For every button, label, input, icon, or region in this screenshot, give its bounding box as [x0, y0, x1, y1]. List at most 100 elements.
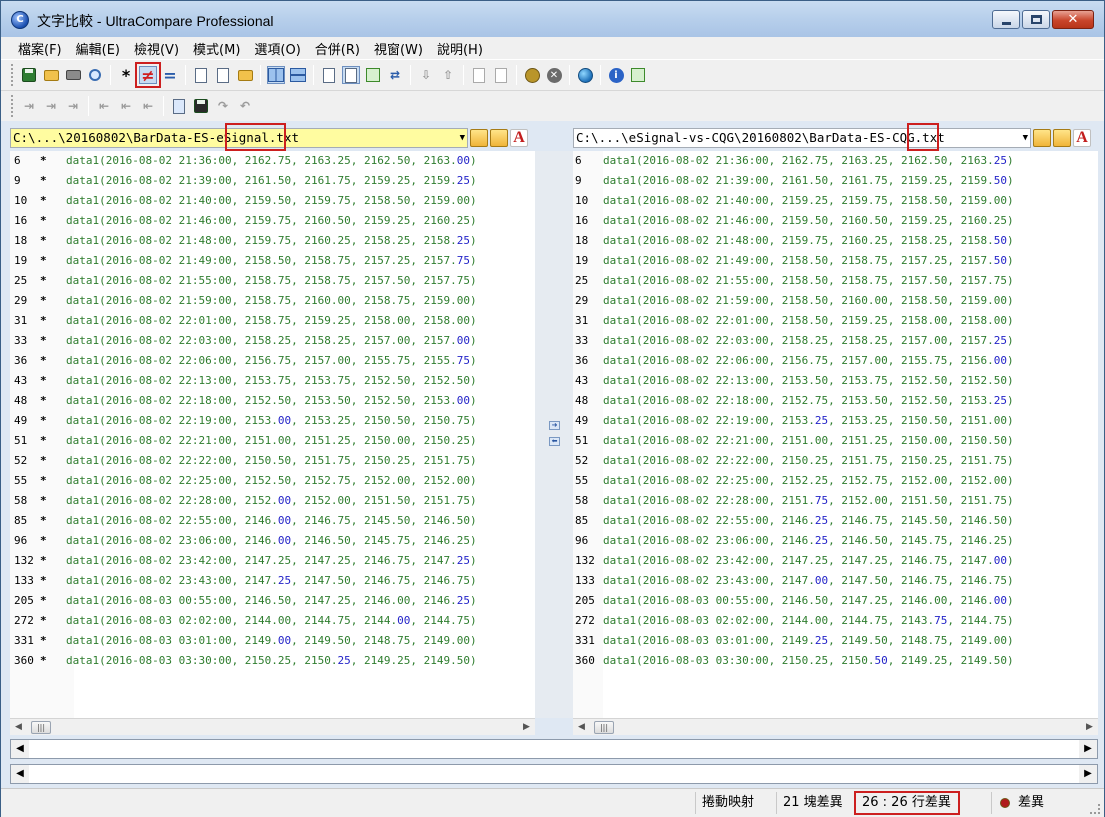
left-horizontal-scrollbar[interactable]: ◀ ||| ▶ [10, 718, 535, 735]
scroll-thumb[interactable]: ||| [31, 721, 51, 734]
left-diff-line[interactable]: 205 * data1(2016-08-03 00:55:00, 2146.50, … [10, 591, 535, 611]
print-preview-button[interactable] [86, 66, 104, 84]
compare-folder-button[interactable] [236, 66, 254, 84]
left-diff-line[interactable]: 29 * data1(2016-08-02 21:59:00, 2158.75, 2… [10, 291, 535, 311]
right-diff-line[interactable]: 29 data1(2016-08-02 21:59:00, 2158.50, 21… [573, 291, 1098, 311]
right-diff-line[interactable]: 19 data1(2016-08-02 21:49:00, 2158.50, 21… [573, 251, 1098, 271]
right-diff-line[interactable]: 331 data1(2016-08-03 03:01:00, 2149.25, 2… [573, 631, 1098, 651]
left-diff-line[interactable]: 51 * data1(2016-08-02 22:21:00, 2151.00, 2… [10, 431, 535, 451]
left-diff-line[interactable]: 10 * data1(2016-08-02 21:40:00, 2159.50, 2… [10, 191, 535, 211]
right-text-pane[interactable]: 6 data1(2016-08-02 21:36:00, 2162.75, 216… [573, 151, 1098, 718]
right-diff-line[interactable]: 10 data1(2016-08-02 21:40:00, 2159.25, 21… [573, 191, 1098, 211]
left-diff-line[interactable]: 272 * data1(2016-08-03 02:02:00, 2144.00, … [10, 611, 535, 631]
maximize-button[interactable] [1022, 10, 1050, 29]
left-diff-line[interactable]: 19 * data1(2016-08-02 21:49:00, 2158.50, 2… [10, 251, 535, 271]
copy-line-right-button[interactable]: ⇥ [20, 97, 38, 115]
left-diff-line[interactable]: 55 * data1(2016-08-02 22:25:00, 2152.50, 2… [10, 471, 535, 491]
right-file-path-combo[interactable]: C:\...\eSignal-vs-CQG\20160802\BarData-E… [573, 128, 1031, 148]
chevron-down-icon[interactable]: ▼ [1023, 129, 1028, 147]
show-matches-button[interactable]: = [161, 66, 179, 85]
bug-report-button[interactable] [523, 66, 541, 84]
right-diff-line[interactable]: 85 data1(2016-08-02 22:55:00, 2146.25, 21… [573, 511, 1098, 531]
left-diff-line[interactable]: 132 * data1(2016-08-02 23:42:00, 2147.25, … [10, 551, 535, 571]
menu-edit[interactable]: 編輯(E) [69, 39, 127, 58]
left-diff-line[interactable]: 48 * data1(2016-08-02 22:18:00, 2152.50, 2… [10, 391, 535, 411]
show-differences-button[interactable]: ≠ [135, 62, 161, 88]
right-diff-line[interactable]: 51 data1(2016-08-02 22:21:00, 2151.00, 21… [573, 431, 1098, 451]
toolbar-grip[interactable] [11, 64, 14, 86]
right-open-file-button[interactable] [1033, 129, 1051, 147]
left-diff-line[interactable]: 133 * data1(2016-08-02 23:43:00, 2147.25, … [10, 571, 535, 591]
resize-grip[interactable] [1090, 804, 1100, 814]
copy-to-right-icon[interactable]: ➜ [549, 421, 560, 430]
left-open-folder-button[interactable] [490, 129, 508, 147]
right-diff-line[interactable]: 43 data1(2016-08-02 22:13:00, 2153.50, 21… [573, 371, 1098, 391]
title-bar[interactable]: C 文字比較 - UltraCompare Professional ✕ [1, 1, 1104, 37]
info-button[interactable]: i [607, 66, 625, 84]
edit-button[interactable] [170, 97, 188, 115]
left-difference-map-bar[interactable]: ◀ ▶ [10, 739, 1098, 759]
menu-view[interactable]: 檢視(V) [127, 39, 186, 58]
left-diff-line[interactable]: 96 * data1(2016-08-02 23:06:00, 2146.00, 2… [10, 531, 535, 551]
left-diff-line[interactable]: 43 * data1(2016-08-02 22:13:00, 2153.75, 2… [10, 371, 535, 391]
menu-file[interactable]: 檔案(F) [11, 39, 69, 58]
scroll-left-icon[interactable]: ◀ [10, 719, 27, 736]
map-left-icon[interactable]: ◀ [11, 765, 29, 783]
left-diff-line[interactable]: 58 * data1(2016-08-02 22:28:00, 2152.00, 2… [10, 491, 535, 511]
right-diff-line[interactable]: 9 data1(2016-08-02 21:39:00, 2161.50, 216… [573, 171, 1098, 191]
menu-window[interactable]: 視窗(W) [367, 39, 430, 58]
scroll-right-icon[interactable]: ▶ [1081, 719, 1098, 736]
copy-to-left-icon[interactable]: ⬅ [549, 437, 560, 446]
left-diff-line[interactable]: 18 * data1(2016-08-02 21:48:00, 2159.75, 2… [10, 231, 535, 251]
compare-binary-button[interactable] [214, 66, 232, 84]
right-diff-line[interactable]: 205 data1(2016-08-03 00:55:00, 2146.50, 2… [573, 591, 1098, 611]
redo-button[interactable]: ↷ [214, 97, 232, 115]
print-button[interactable] [64, 66, 82, 84]
save-merge-button[interactable] [192, 97, 210, 115]
compare-text-button[interactable] [192, 66, 210, 84]
right-diff-line[interactable]: 132 data1(2016-08-02 23:42:00, 2147.25, 2… [573, 551, 1098, 571]
left-diff-line[interactable]: 52 * data1(2016-08-02 22:22:00, 2150.50, 2… [10, 451, 535, 471]
swap-button[interactable]: ⇄ [386, 66, 404, 84]
toolbar-grip[interactable] [11, 95, 14, 117]
horizontal-split-button[interactable] [289, 66, 307, 84]
right-open-folder-button[interactable] [1053, 129, 1071, 147]
stop-button[interactable]: ✕ [545, 66, 563, 84]
scroll-right-icon[interactable]: ▶ [518, 719, 535, 736]
left-diff-line[interactable]: 25 * data1(2016-08-02 21:55:00, 2158.75, 2… [10, 271, 535, 291]
right-diff-line[interactable]: 33 data1(2016-08-02 22:03:00, 2158.25, 21… [573, 331, 1098, 351]
pane-splitter[interactable]: ➜ ⬅ [535, 151, 573, 718]
right-diff-line[interactable]: 96 data1(2016-08-02 23:06:00, 2146.25, 21… [573, 531, 1098, 551]
right-diff-line[interactable]: 272 data1(2016-08-03 02:02:00, 2144.00, 2… [573, 611, 1098, 631]
minimize-button[interactable] [992, 10, 1020, 29]
right-diff-line[interactable]: 36 data1(2016-08-02 22:06:00, 2156.75, 21… [573, 351, 1098, 371]
left-diff-line[interactable]: 9 * data1(2016-08-02 21:39:00, 2161.50, 21… [10, 171, 535, 191]
close-button[interactable]: ✕ [1052, 10, 1094, 29]
right-diff-line[interactable]: 58 data1(2016-08-02 22:28:00, 2151.75, 21… [573, 491, 1098, 511]
scroll-thumb[interactable]: ||| [594, 721, 614, 734]
right-diff-line[interactable]: 6 data1(2016-08-02 21:36:00, 2162.75, 216… [573, 151, 1098, 171]
left-diff-line[interactable]: 49 * data1(2016-08-02 22:19:00, 2153.00, 2… [10, 411, 535, 431]
left-diff-line[interactable]: 6 * data1(2016-08-02 21:36:00, 2162.75, 21… [10, 151, 535, 171]
left-diff-line[interactable]: 85 * data1(2016-08-02 22:55:00, 2146.00, 2… [10, 511, 535, 531]
next-diff-button[interactable]: ⇩ [417, 66, 435, 84]
open-button[interactable] [42, 66, 60, 84]
sync-scroll-button[interactable] [320, 66, 338, 84]
right-horizontal-scrollbar[interactable]: ◀ ||| ▶ [573, 718, 1098, 735]
map-right-icon[interactable]: ▶ [1079, 765, 1097, 783]
right-diff-line[interactable]: 49 data1(2016-08-02 22:19:00, 2153.25, 21… [573, 411, 1098, 431]
web-button[interactable] [576, 66, 594, 84]
left-font-button[interactable]: A [510, 129, 528, 147]
right-diff-line[interactable]: 16 data1(2016-08-02 21:46:00, 2159.50, 21… [573, 211, 1098, 231]
chevron-down-icon[interactable]: ▼ [460, 129, 465, 147]
right-diff-line[interactable]: 52 data1(2016-08-02 22:22:00, 2150.25, 21… [573, 451, 1098, 471]
merge-left-button[interactable] [470, 66, 488, 84]
map-right-icon[interactable]: ▶ [1079, 740, 1097, 758]
left-diff-line[interactable]: 16 * data1(2016-08-02 21:46:00, 2159.75, 2… [10, 211, 535, 231]
copy-all-left-button[interactable]: ⇤ [139, 97, 157, 115]
refresh-button[interactable] [629, 66, 647, 84]
right-diff-line[interactable]: 48 data1(2016-08-02 22:18:00, 2152.75, 21… [573, 391, 1098, 411]
recompare-button[interactable] [364, 66, 382, 84]
right-font-button[interactable]: A [1073, 129, 1091, 147]
menu-options[interactable]: 選項(O) [247, 39, 307, 58]
